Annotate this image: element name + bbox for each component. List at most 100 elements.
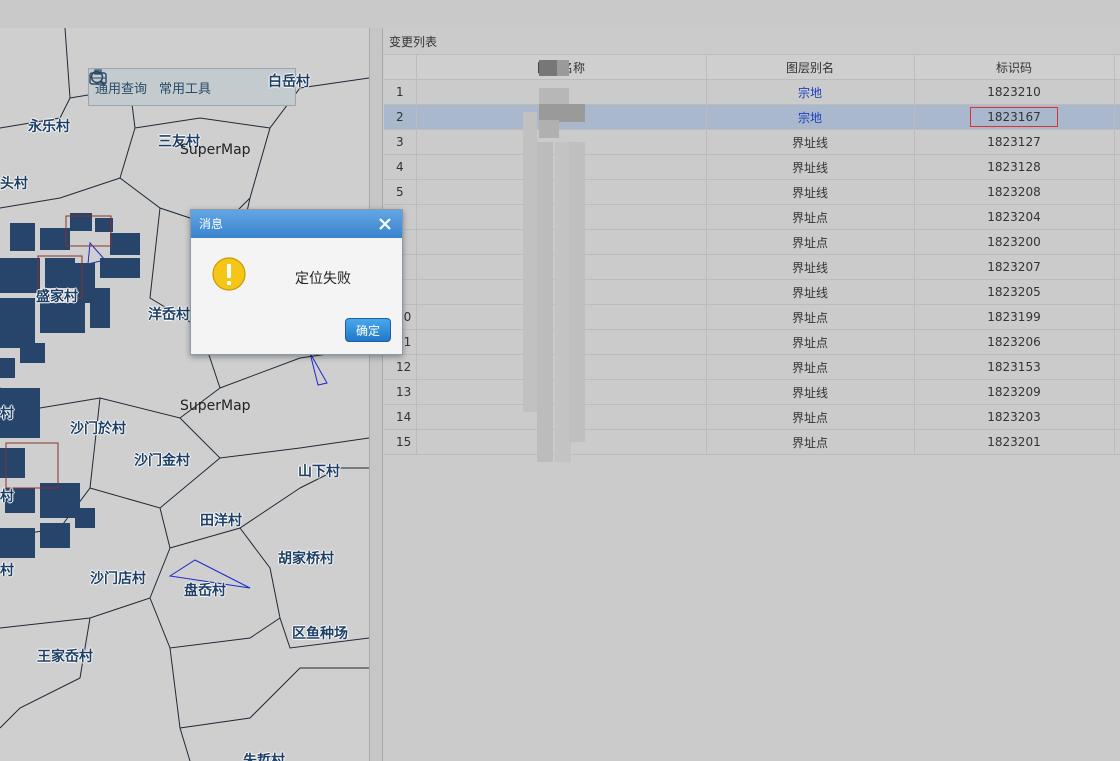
village-label: 村 bbox=[0, 406, 14, 422]
village-label: 洋岙村 bbox=[148, 307, 190, 323]
table-row[interactable]: 11 界址点 1823206 bbox=[384, 329, 1120, 355]
watermark: SuperMap bbox=[180, 398, 251, 414]
table-row[interactable]: 4 界址线 1823128 bbox=[384, 154, 1120, 180]
layer-alias-cell: 界址点 bbox=[706, 329, 915, 355]
row-number: 12 bbox=[384, 354, 417, 380]
dialog-title: 消息 bbox=[199, 217, 224, 231]
layer-alias-cell: 界址点 bbox=[706, 354, 915, 380]
id-code-cell: 1823208 bbox=[914, 179, 1115, 205]
id-code-cell: 1823127 bbox=[914, 129, 1115, 155]
id-code-value: 1823203 bbox=[987, 410, 1041, 424]
layer-alias-cell: 界址线 bbox=[706, 154, 915, 180]
layer-alias-cell: 界址线 bbox=[706, 254, 915, 280]
row-number: 4 bbox=[384, 154, 417, 180]
id-code-value: 1823199 bbox=[987, 310, 1041, 324]
panel-title: 变更列表 bbox=[383, 28, 1120, 55]
id-code-value: 1823204 bbox=[987, 210, 1041, 224]
village-label: 山下村 bbox=[298, 464, 340, 480]
id-code-value: 1823210 bbox=[987, 85, 1041, 99]
id-code-cell: 1823205 bbox=[914, 279, 1115, 305]
village-label: 沙门金村 bbox=[134, 453, 190, 469]
table-row[interactable]: 9界址线1823205 bbox=[384, 279, 1120, 305]
village-label: 盘岙村 bbox=[184, 583, 226, 599]
map-view[interactable]: 通用查询 常用工具 白岳村 永乐村 三友村 头村 盛家村 洋岙村 村 沙门於村 … bbox=[0, 28, 369, 761]
village-label: 村 bbox=[0, 489, 14, 505]
id-code-value: 1823205 bbox=[987, 285, 1041, 299]
column-header bbox=[384, 55, 417, 80]
layer-alias-cell: 界址线 bbox=[706, 129, 915, 155]
dialog-message: 定位失败 bbox=[295, 271, 351, 287]
watermark: SuperMap bbox=[180, 142, 251, 158]
id-code-cell: 1823128 bbox=[914, 154, 1115, 180]
dialog-header[interactable]: 消息 bbox=[191, 210, 402, 238]
row-number: 1 bbox=[384, 79, 417, 105]
table-row[interactable]: 6界址点1823204 bbox=[384, 204, 1120, 230]
id-code-cell: 1823200 bbox=[914, 229, 1115, 255]
map-toolbar: 通用查询 常用工具 bbox=[88, 68, 296, 106]
table-row[interactable]: 2 宗地 1823167 bbox=[384, 104, 1120, 130]
warning-icon bbox=[212, 257, 246, 291]
village-label: 胡家桥村 bbox=[278, 551, 334, 567]
id-code-cell: 1823167 bbox=[914, 104, 1115, 130]
row-number: 15 bbox=[384, 429, 417, 455]
id-code-value: 1823208 bbox=[987, 185, 1041, 199]
village-label: 区鱼种场 bbox=[292, 626, 348, 642]
toolbox-icon bbox=[89, 69, 107, 85]
blurred-region bbox=[523, 52, 585, 462]
id-code-cell: 1823201 bbox=[914, 429, 1115, 455]
layer-alias-cell: 界址线 bbox=[706, 279, 915, 305]
layer-alias-cell: 界址点 bbox=[706, 204, 915, 230]
id-code-cell: 1823207 bbox=[914, 254, 1115, 280]
id-code-value: 1823127 bbox=[987, 135, 1041, 149]
layer-alias-cell: 界址线 bbox=[706, 379, 915, 405]
table-row[interactable]: 15 界址点 1823201 bbox=[384, 429, 1120, 455]
row-number: 2 bbox=[384, 104, 417, 130]
village-label: 朱哲村 bbox=[243, 753, 285, 761]
row-number: 13 bbox=[384, 379, 417, 405]
village-label: 村 bbox=[0, 563, 14, 579]
village-label: 沙门店村 bbox=[90, 571, 146, 587]
village-label: 王家岙村 bbox=[37, 649, 93, 665]
id-code-value: 1823209 bbox=[987, 385, 1041, 399]
village-label: 田洋村 bbox=[200, 513, 242, 529]
id-code-value: 1823201 bbox=[987, 435, 1041, 449]
column-header[interactable]: 图层别名 bbox=[706, 55, 915, 80]
table-row[interactable]: 1 宗地 1823210 bbox=[384, 79, 1120, 105]
table-row[interactable]: 7界址点1823200 bbox=[384, 229, 1120, 255]
id-code-cell: 1823153 bbox=[914, 354, 1115, 380]
id-code-cell: 1823206 bbox=[914, 329, 1115, 355]
table-row[interactable]: 10 界址点 1823199 bbox=[384, 304, 1120, 330]
id-code-cell: 1823210 bbox=[914, 79, 1115, 105]
layer-alias-cell: 宗地 bbox=[706, 104, 915, 130]
id-code-value: 1823207 bbox=[987, 260, 1041, 274]
table-row[interactable]: 13 界址线 1823209 bbox=[384, 379, 1120, 405]
village-label: 永乐村 bbox=[28, 119, 70, 135]
row-number: 14 bbox=[384, 404, 417, 430]
table-row[interactable]: 8界址线1823207 bbox=[384, 254, 1120, 280]
layer-alias-cell: 界址点 bbox=[706, 229, 915, 255]
ok-button[interactable]: 确定 bbox=[345, 318, 391, 342]
table-row[interactable]: 12 界址点 1823153 bbox=[384, 354, 1120, 380]
id-code-value: 1823206 bbox=[987, 335, 1041, 349]
layer-alias-cell: 界址点 bbox=[706, 404, 915, 430]
id-code-value: 1823200 bbox=[987, 235, 1041, 249]
layer-alias-cell: 界址点 bbox=[706, 304, 915, 330]
splitter[interactable] bbox=[369, 28, 383, 761]
id-code-value: 1823167 bbox=[970, 107, 1058, 127]
village-label: 白岳村 bbox=[268, 74, 310, 90]
village-label: 沙门於村 bbox=[70, 421, 126, 437]
table-row[interactable]: 3 界址线 1823127 bbox=[384, 129, 1120, 155]
id-code-cell: 1823209 bbox=[914, 379, 1115, 405]
close-icon bbox=[379, 218, 391, 230]
table-row[interactable]: 14 界址点 1823203 bbox=[384, 404, 1120, 430]
layer-alias-cell: 宗地 bbox=[706, 79, 915, 105]
id-code-value: 1823153 bbox=[987, 360, 1041, 374]
table-row[interactable]: 5 界址线 1823208 bbox=[384, 179, 1120, 205]
id-code-value: 1823128 bbox=[987, 160, 1041, 174]
column-header[interactable]: 标识码 bbox=[914, 55, 1115, 80]
layer-alias-cell: 界址点 bbox=[706, 429, 915, 455]
id-code-cell: 1823203 bbox=[914, 404, 1115, 430]
close-button[interactable] bbox=[376, 210, 394, 238]
tools-button[interactable]: 常用工具 bbox=[89, 69, 217, 102]
table-header: 图层名称 图层别名 标识码 bbox=[384, 55, 1120, 80]
